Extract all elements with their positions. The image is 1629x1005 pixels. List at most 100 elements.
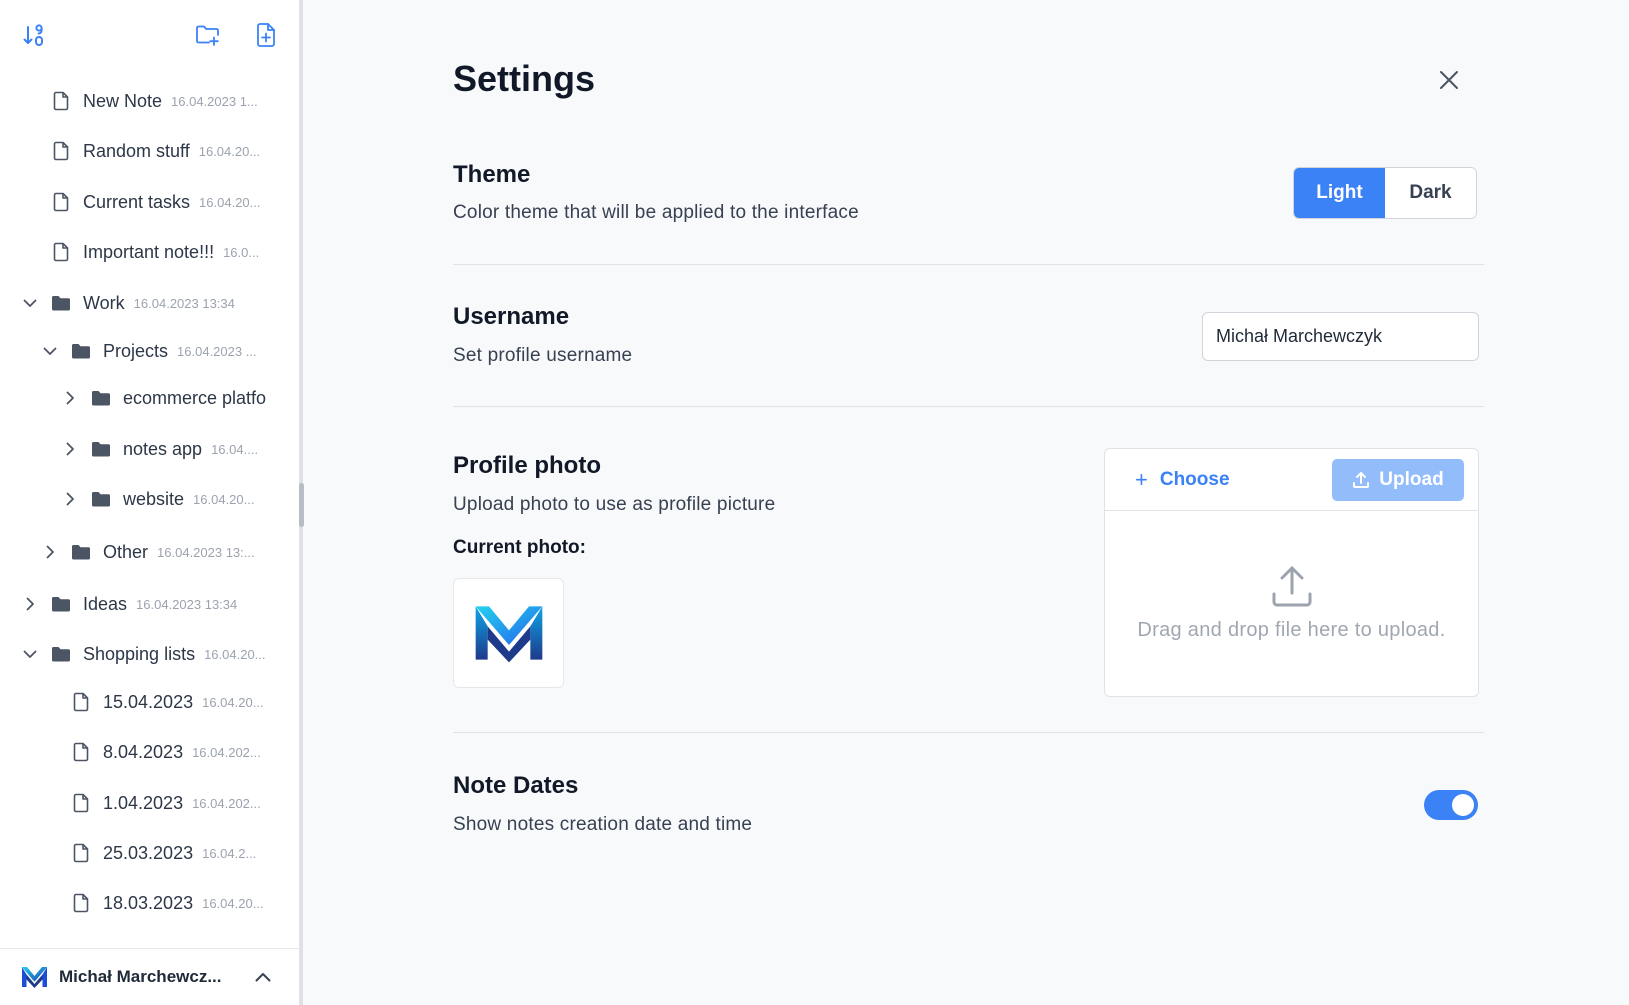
tree-note[interactable]: New Note 16.04.2023 1...: [0, 78, 299, 124]
choose-button[interactable]: + Choose: [1135, 464, 1230, 496]
upload-icon: [1352, 471, 1370, 489]
tree-folder[interactable]: ecommerce platfo: [0, 375, 299, 421]
close-icon[interactable]: [1433, 64, 1465, 96]
tree-item-date: 16.04.2023 13:34: [136, 596, 238, 612]
tree-item-name: notes app: [123, 438, 203, 459]
folder-icon: [71, 542, 91, 562]
note-dates-description: Show notes creation date and time: [453, 814, 753, 835]
chevron-down-icon[interactable]: [21, 294, 39, 312]
theme-description: Color theme that will be applied to the …: [453, 202, 859, 223]
chevron-up-icon: [253, 967, 273, 987]
divider: [453, 732, 1484, 733]
tree-item-name: Random stuff: [83, 140, 190, 161]
tree-item-name: Other: [103, 541, 149, 562]
current-photo: [453, 578, 564, 688]
file-icon: [51, 242, 71, 262]
chevron-down-icon[interactable]: [21, 645, 39, 663]
file-icon: [71, 692, 91, 712]
tree-note[interactable]: 18.03.2023 16.04.20...: [0, 880, 299, 926]
tree-item-date: 16.04.2023 ...: [177, 343, 257, 359]
plus-icon: +: [1135, 467, 1148, 492]
tree-item-name: Projects: [103, 340, 169, 361]
username-input[interactable]: [1202, 312, 1479, 361]
theme-toggle: Light Dark: [1293, 167, 1477, 219]
tree-item-name: Ideas: [83, 593, 128, 614]
upload-toolbar: + Choose Upload: [1105, 449, 1478, 511]
tree-folder[interactable]: Projects 16.04.2023 ...: [0, 328, 299, 374]
current-photo-label: Current photo:: [453, 537, 586, 558]
folder-icon: [91, 388, 111, 408]
folder-plus-icon[interactable]: [195, 22, 221, 48]
folder-icon: [51, 293, 71, 313]
tree-item-date: 16.04.20...: [204, 646, 266, 662]
tree-note[interactable]: 8.04.2023 16.04.202...: [0, 729, 299, 775]
sidebar: New Note 16.04.2023 1... Random stuff 16.04…: [0, 0, 302, 1005]
tree-note[interactable]: Random stuff 16.04.20...: [0, 128, 299, 174]
folder-icon: [51, 644, 71, 664]
file-icon: [51, 192, 71, 212]
file-icon: [71, 843, 91, 863]
tree-note[interactable]: 1.04.2023 16.04.202...: [0, 780, 299, 826]
tree-item-date: 16.04.20...: [193, 491, 255, 507]
user-menu[interactable]: Michał Marchewcz...: [0, 948, 299, 1005]
tree-note[interactable]: 15.04.2023 16.04.20...: [0, 679, 299, 725]
tree-folder[interactable]: Work 16.04.2023 13:34: [0, 280, 299, 326]
note-dates-title: Note Dates: [453, 772, 579, 799]
theme-light-button[interactable]: Light: [1294, 168, 1385, 218]
folder-icon: [51, 594, 71, 614]
tree-item-date: 16.04.2...: [202, 845, 257, 861]
chevron-down-icon[interactable]: [41, 342, 59, 360]
tree-item-date: 16.04.20...: [202, 694, 264, 710]
tree-folder[interactable]: Ideas 16.04.2023 13:34: [0, 581, 299, 627]
tree-item-name: 25.03.2023: [103, 842, 194, 863]
tree-item-date: 16.04....: [211, 441, 259, 457]
tree-item-date: 16.0...: [223, 244, 260, 260]
tree-item-date: 16.04.2023 13:34: [133, 295, 235, 311]
tree-note[interactable]: Current tasks 16.04.20...: [0, 179, 299, 225]
tree-folder[interactable]: Other 16.04.2023 13:...: [0, 529, 299, 575]
photo-upload-panel: + Choose Upload Drag and drop file here …: [1104, 448, 1479, 697]
folder-icon: [91, 439, 111, 459]
tree-item-date: 16.04.202...: [192, 744, 261, 760]
sort-numeric-icon[interactable]: [21, 22, 47, 48]
upload-button[interactable]: Upload: [1332, 459, 1464, 501]
file-plus-icon[interactable]: [253, 22, 279, 48]
tree-item-name: Current tasks: [83, 191, 191, 212]
sidebar-toolbar: [0, 0, 299, 70]
tree-note[interactable]: Important note!!! 16.0...: [0, 229, 299, 275]
note-dates-toggle[interactable]: [1424, 790, 1478, 820]
tree-folder[interactable]: notes app 16.04....: [0, 426, 299, 472]
tree-item-name: 15.04.2023: [103, 691, 194, 712]
folder-icon: [91, 489, 111, 509]
divider: [453, 264, 1484, 265]
chevron-right-icon[interactable]: [21, 595, 39, 613]
tree-item-name: Shopping lists: [83, 643, 196, 664]
profile-photo-title: Profile photo: [453, 452, 601, 479]
chevron-right-icon[interactable]: [61, 440, 79, 458]
tree-folder[interactable]: website 16.04.20...: [0, 476, 299, 522]
tree-item-date: 16.04.202...: [192, 795, 261, 811]
file-icon: [71, 742, 91, 762]
profile-photo-description: Upload photo to use as profile picture: [453, 494, 776, 515]
tree-item-name: ecommerce platfo: [123, 387, 267, 408]
file-icon: [71, 793, 91, 813]
drop-zone[interactable]: Drag and drop file here to upload.: [1105, 511, 1478, 696]
tree-folder[interactable]: Shopping lists 16.04.20...: [0, 631, 299, 677]
tree-item-name: Work: [83, 292, 125, 313]
username-title: Username: [453, 303, 570, 330]
tree-item-name: website: [123, 488, 185, 509]
folder-icon: [71, 341, 91, 361]
upload-label: Upload: [1379, 469, 1444, 490]
chevron-right-icon[interactable]: [61, 389, 79, 407]
username-description: Set profile username: [453, 345, 633, 366]
profile-logo: [475, 606, 542, 663]
tree-item-date: 16.04.20...: [199, 194, 261, 210]
chevron-right-icon[interactable]: [61, 490, 79, 508]
chevron-right-icon[interactable]: [41, 543, 59, 561]
tree-item-name: 18.03.2023: [103, 892, 194, 913]
tree-item-date: 16.04.2023 1...: [171, 93, 258, 109]
tree-item-date: 16.04.20...: [202, 895, 264, 911]
user-name: Michał Marchewcz...: [59, 967, 222, 986]
tree-note[interactable]: 25.03.2023 16.04.2...: [0, 830, 299, 876]
theme-dark-button[interactable]: Dark: [1385, 168, 1476, 218]
